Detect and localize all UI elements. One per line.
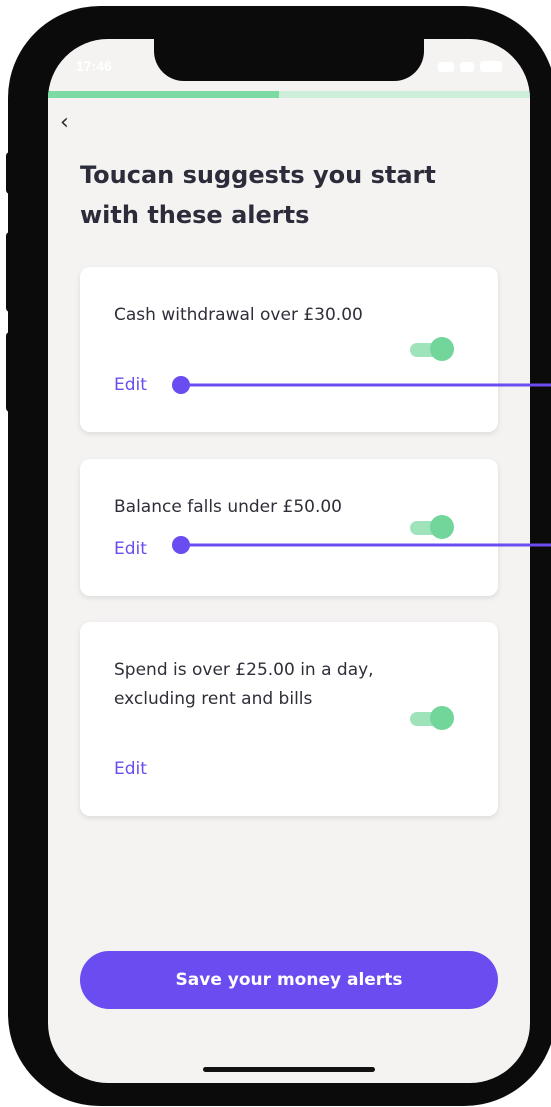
signal-icon (438, 61, 454, 72)
save-alerts-button[interactable]: Save your money alerts (80, 951, 498, 1009)
onboarding-progress-bar (48, 91, 530, 98)
edit-alert-link[interactable]: Edit (114, 539, 147, 559)
alert-description: Cash withdrawal over £30.00 (114, 305, 363, 325)
toggle-knob (430, 706, 454, 730)
battery-icon (480, 61, 502, 72)
page-title: Toucan suggests you start with these ale… (80, 161, 436, 229)
home-indicator (203, 1067, 375, 1072)
phone-frame: 17:46 ‹ Toucan suggests you start with t… (8, 6, 551, 1106)
alert-card: Spend is over £25.00 in a day, excluding… (80, 622, 498, 816)
status-icons (438, 61, 502, 72)
alert-description: Balance falls under £50.00 (114, 497, 342, 517)
alert-toggle[interactable] (410, 337, 454, 361)
alert-card: Cash withdrawal over £30.00 Edit (80, 267, 498, 432)
notch (154, 39, 424, 81)
alert-toggle[interactable] (410, 706, 454, 730)
toggle-knob (430, 337, 454, 361)
app-screen: 17:46 ‹ Toucan suggests you start with t… (48, 39, 530, 1083)
chevron-left-icon[interactable]: ‹ (60, 109, 84, 137)
alert-card: Balance falls under £50.00 Edit (80, 459, 498, 596)
edit-alert-link[interactable]: Edit (114, 375, 147, 395)
alert-description: Spend is over £25.00 in a day, excluding… (114, 660, 374, 709)
alert-toggle[interactable] (410, 515, 454, 539)
wifi-icon (460, 61, 474, 72)
onboarding-progress-fill (48, 91, 280, 98)
status-time: 17:46 (76, 58, 112, 74)
edit-alert-link[interactable]: Edit (114, 759, 147, 779)
toggle-knob (430, 515, 454, 539)
